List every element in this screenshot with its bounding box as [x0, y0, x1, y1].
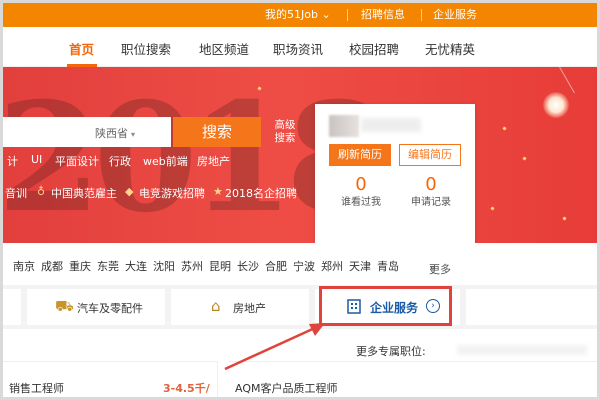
hot-keyword[interactable]: 行政 [109, 153, 131, 169]
industry-tile-auto[interactable]: ⛟ 汽车及零配件 [27, 289, 165, 325]
enterprise-service-tile[interactable]: 企业服务 › [319, 286, 452, 326]
hot-keywords: 计 UI 平面设计 行政 web前端 房地产 [3, 153, 303, 169]
viewed-me-stat[interactable]: 0 谁看过我 [331, 174, 391, 210]
industry-label: 房地产 [233, 302, 266, 315]
city-link[interactable]: 合肥 [265, 258, 287, 274]
car-icon: ⛟ [55, 297, 74, 315]
city-row: 南京 成都 重庆 东莞 大连 沈阳 苏州 昆明 长沙 合肥 宁波 郑州 天津 青… [3, 255, 597, 276]
viewed-count: 0 [355, 174, 367, 195]
promo-link[interactable]: 2018名企招聘 [225, 185, 297, 201]
login-card: 刷新简历 编辑简历 0 谁看过我 0 申请记录 [315, 104, 475, 243]
edit-resume-button[interactable]: 编辑简历 [399, 144, 461, 166]
chevron-down-icon: ⌄ [321, 8, 331, 21]
job-card[interactable]: AQM客户品质工程师 [229, 361, 597, 397]
recruitment-info-link[interactable]: 招聘信息 [361, 8, 405, 22]
promo-link[interactable]: 电竞游戏招聘 [139, 185, 205, 201]
city-link[interactable]: 宁波 [293, 258, 315, 274]
hot-keyword[interactable]: web前端 [143, 153, 188, 169]
confetti [502, 126, 507, 131]
hot-keyword[interactable]: 平面设计 [55, 153, 99, 169]
city-link[interactable]: 成都 [41, 258, 63, 274]
apply-label: 申请记录 [411, 197, 451, 208]
search-button[interactable]: 搜索 [173, 117, 261, 147]
applications-stat[interactable]: 0 申请记录 [401, 174, 461, 210]
city-link[interactable]: 长沙 [237, 258, 259, 274]
city-link[interactable]: 郑州 [321, 258, 343, 274]
nav-career-news[interactable]: 职场资讯 [273, 39, 323, 58]
double-chevron-down-icon: » [429, 261, 436, 274]
city-label: 陕西省 [95, 127, 128, 140]
viewed-label: 谁看过我 [341, 197, 381, 208]
medal-icon: ♁ [37, 185, 46, 198]
job-title: AQM客户品质工程师 [235, 382, 338, 395]
hot-keyword[interactable]: 计 [7, 153, 18, 169]
enterprise-service-label: 企业服务 [370, 301, 419, 315]
promo-links: 音训 ♁ 中国典范雇主 ◆ 电竞游戏招聘 ★ 2018名企招聘 [3, 185, 308, 201]
gamepad-icon: ◆ [125, 185, 134, 198]
city-link[interactable]: 苏州 [181, 258, 203, 274]
promo-link[interactable]: 中国典范雇主 [51, 185, 117, 201]
hero-banner: 2018 陕西省 ▾ 搜索 高级搜索 计 UI 平面设计 行政 web前端 房地产… [3, 67, 597, 243]
industry-tile-realestate[interactable]: ⌂ 房地产 [171, 289, 309, 325]
city-selector[interactable]: 陕西省 ▾ [95, 125, 135, 141]
nav-job-search[interactable]: 职位搜索 [121, 39, 171, 58]
more-jobs-title: 更多专属职位: [356, 345, 426, 358]
browser-frame: 我的51Job ⌄ 招聘信息 企业服务 首页 职位搜索 地区频道 职场资讯 校园… [0, 0, 600, 400]
building-icon: ⌂ [211, 297, 221, 315]
top-bar: 我的51Job ⌄ 招聘信息 企业服务 [3, 3, 597, 27]
office-building-icon [347, 299, 361, 314]
confetti [522, 156, 527, 161]
refresh-resume-button[interactable]: 刷新简历 [329, 144, 391, 166]
industry-tile[interactable] [466, 289, 597, 325]
avatar[interactable] [329, 115, 359, 137]
advanced-search-link[interactable]: 高级搜索 [271, 119, 299, 145]
nav-campus[interactable]: 校园招聘 [349, 39, 399, 58]
job-salary: 3-4.5千/月 [163, 382, 210, 395]
promo-link[interactable]: 音训 [5, 185, 27, 201]
nav-home[interactable]: 首页 [69, 39, 94, 58]
city-link[interactable]: 重庆 [69, 258, 91, 274]
hot-keyword[interactable]: 房地产 [197, 153, 230, 169]
star-icon: ★ [213, 185, 223, 198]
username [361, 118, 421, 132]
lamp-cord [559, 67, 575, 94]
city-link[interactable]: 青岛 [377, 258, 399, 274]
city-link[interactable]: 东莞 [97, 258, 119, 274]
job-card[interactable]: 销售工程师 3-4.5千/月 [3, 361, 218, 397]
blurred-text [457, 345, 587, 355]
hot-keyword[interactable]: UI [31, 153, 42, 166]
chevron-down-icon: ▾ [131, 130, 136, 139]
search-box: 陕西省 ▾ [3, 117, 171, 147]
city-link[interactable]: 沈阳 [153, 258, 175, 274]
job-title: 销售工程师 [9, 382, 64, 395]
lamp-icon [543, 92, 569, 118]
city-link[interactable]: 南京 [13, 258, 35, 274]
industry-label: 汽车及零配件 [77, 302, 143, 315]
divider [347, 9, 348, 21]
city-link[interactable]: 天津 [349, 258, 371, 274]
arrow-right-circle-icon: › [426, 299, 440, 313]
divider [421, 9, 422, 21]
industry-row: ⛟ 汽车及零配件 ⌂ 房地产 [3, 285, 597, 329]
search-input[interactable] [3, 117, 171, 147]
my-51job-link[interactable]: 我的51Job ⌄ [265, 8, 331, 22]
confetti [490, 206, 495, 211]
apply-count: 0 [425, 174, 437, 195]
city-link[interactable]: 昆明 [209, 258, 231, 274]
enterprise-service-top-link[interactable]: 企业服务 [433, 8, 477, 22]
nav-elite[interactable]: 无忧精英 [425, 39, 475, 58]
nav-region[interactable]: 地区频道 [199, 39, 249, 58]
city-link[interactable]: 大连 [125, 258, 147, 274]
industry-tile[interactable] [3, 289, 21, 325]
confetti [562, 216, 567, 221]
my-51job-label: 我的51Job [265, 8, 318, 21]
main-nav: 首页 职位搜索 地区频道 职场资讯 校园招聘 无忧精英 [3, 27, 597, 67]
